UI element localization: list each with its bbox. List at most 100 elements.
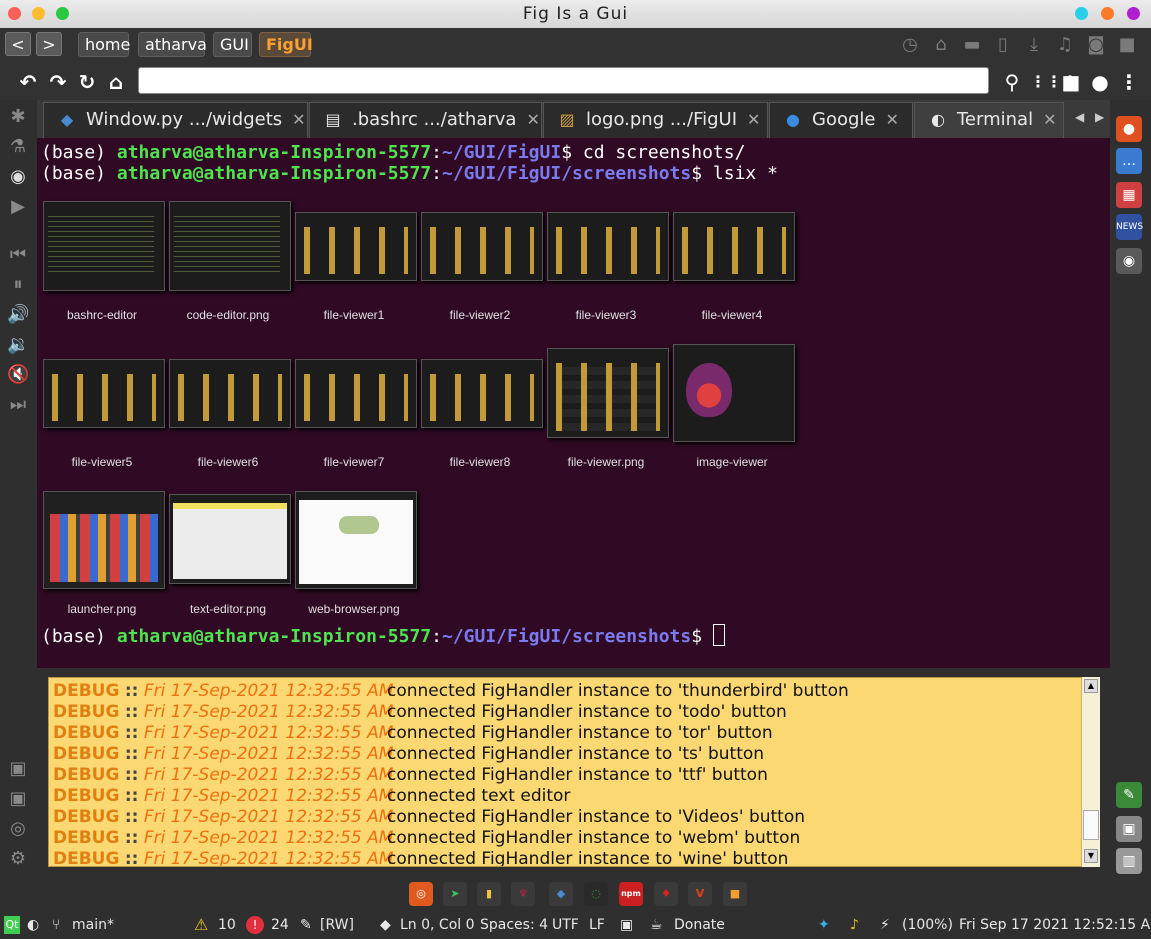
pause-icon[interactable]: ⏸ <box>7 274 29 296</box>
screenshot-thumbnail <box>169 359 291 428</box>
git-branch-label[interactable]: main* <box>72 916 114 934</box>
play-icon[interactable]: ▶ <box>7 196 29 218</box>
screenshot-thumbnail <box>421 212 543 281</box>
purple-window-button[interactable] <box>1127 7 1140 20</box>
tab-bashrc[interactable]: ▤ .bashrc .../atharva ✕ <box>309 102 542 138</box>
reload-icon[interactable]: ↻ <box>75 70 99 94</box>
package-icon[interactable]: ■ <box>723 882 747 906</box>
scroll-up-arrow-icon[interactable]: ▲ <box>1084 679 1098 693</box>
safe-icon[interactable]: ▣ <box>1116 816 1142 842</box>
breadcrumb-figui[interactable]: FigUI <box>259 32 313 57</box>
cyan-window-button[interactable] <box>1075 7 1088 20</box>
breadcrumb-atharva[interactable]: atharva <box>138 32 207 57</box>
music-icon[interactable]: ♫ <box>1054 34 1076 56</box>
theme-toggle-icon[interactable]: ◐ <box>27 916 39 934</box>
tab-scroll-left-icon[interactable]: ◀ <box>1075 110 1084 124</box>
clock-icon[interactable]: ◷ <box>899 34 921 56</box>
python-icon[interactable]: ◆ <box>549 882 573 906</box>
twitter-icon[interactable]: ✦ <box>818 916 830 934</box>
trash-icon[interactable]: ▥ <box>1116 848 1142 874</box>
terminal-view[interactable]: (base) atharva@atharva-Inspiron-5577:~/G… <box>37 138 1110 668</box>
file-icon: ▤ <box>325 110 341 129</box>
encoding-setting[interactable]: UTF <box>552 916 579 934</box>
send-icon[interactable]: ➤ <box>443 882 467 906</box>
close-tab-icon[interactable]: ✕ <box>747 110 760 129</box>
tab-google[interactable]: ● Google ✕ <box>769 102 913 138</box>
tab-window-py[interactable]: ◆ Window.py .../widgets ✕ <box>43 102 308 138</box>
spinner-icon[interactable]: ◌ <box>584 882 608 906</box>
account-icon[interactable]: ◎ <box>7 818 29 840</box>
folder-icon[interactable]: ▬ <box>961 34 983 56</box>
indentation-setting[interactable]: Spaces: 4 <box>480 916 548 934</box>
tools-icon[interactable]: ✎ <box>1116 782 1142 808</box>
read-write-mode[interactable]: [RW] <box>320 916 354 934</box>
breadcrumb-gui[interactable]: GUI <box>213 32 252 57</box>
breadcrumb-home[interactable]: home <box>78 32 130 57</box>
warning-count[interactable]: 10 <box>218 916 236 934</box>
orange-window-button[interactable] <box>1101 7 1114 20</box>
control-panel-icon[interactable]: ◉ <box>1116 248 1142 274</box>
video-icon[interactable]: ■ <box>1116 34 1138 56</box>
user-icon[interactable]: ● <box>1088 70 1112 94</box>
undo-icon[interactable]: ↶ <box>16 70 40 94</box>
debug-log-panel[interactable]: DEBUG :: Fri 17-Sep-2021 12:32:55 AM conn… <box>48 677 1100 867</box>
bug-icon[interactable]: ✱ <box>7 106 29 128</box>
news-icon[interactable]: NEWS <box>1116 214 1143 240</box>
github-icon[interactable]: ◉ <box>7 166 29 188</box>
warning-icon: ⚠ <box>194 915 209 934</box>
ubuntu-icon[interactable]: ◎ <box>409 882 433 906</box>
settings-gear-icon[interactable]: ⚙ <box>7 848 29 870</box>
coffee-icon: ☕ <box>650 917 663 933</box>
download-icon[interactable]: ⤓ <box>1023 34 1045 56</box>
camera-icon[interactable]: ◙ <box>1085 34 1107 56</box>
qt-icon[interactable]: Qt <box>4 916 20 934</box>
document-icon[interactable]: ▯ <box>992 34 1014 56</box>
cursor-position[interactable]: Ln 0, Col 0 <box>400 916 475 934</box>
chat-icon[interactable]: … <box>1116 148 1142 174</box>
close-tab-icon[interactable]: ✕ <box>1043 110 1056 129</box>
close-tab-icon[interactable]: ✕ <box>292 110 305 129</box>
redo-icon[interactable]: ↷ <box>46 70 70 94</box>
forward-button[interactable]: > <box>36 32 62 56</box>
right-launcher-bar: ● … ▦ NEWS ◉ ✎ ▣ ▥ <box>1110 100 1151 880</box>
close-tab-icon[interactable]: ✕ <box>885 110 898 129</box>
npm-icon[interactable]: npm <box>619 882 643 906</box>
screenshot-thumbnail <box>547 348 669 438</box>
log-scrollbar[interactable]: ▲ ▼ <box>1081 677 1100 867</box>
home-icon[interactable]: ⌂ <box>104 70 128 94</box>
wine-icon[interactable]: ♆ <box>511 882 535 906</box>
apps-grid-icon[interactable]: ⋮⋮⋮ <box>1030 70 1078 94</box>
search-icon[interactable]: ⚲ <box>1000 70 1024 94</box>
flask-icon[interactable]: ⚗ <box>7 136 29 158</box>
home-icon[interactable]: ⌂ <box>930 34 952 56</box>
firefox-icon[interactable]: ● <box>1116 116 1142 142</box>
calendar-icon[interactable]: ▦ <box>1116 182 1142 208</box>
tab-scroll-right-icon[interactable]: ▶ <box>1095 110 1104 124</box>
url-input[interactable] <box>138 67 989 94</box>
scroll-down-arrow-icon[interactable]: ▼ <box>1084 849 1098 863</box>
volume-up-icon[interactable]: 🔊 <box>7 304 29 326</box>
kebab-menu-icon[interactable]: ⋮ <box>1117 70 1141 94</box>
mute-icon[interactable]: 🔇 <box>7 364 29 386</box>
screenshot-icon[interactable]: ▣ <box>7 758 29 780</box>
previous-track-icon[interactable]: ⏮ <box>7 244 29 266</box>
square-icon[interactable]: ■ <box>1059 70 1083 94</box>
file-type-icon[interactable]: ▣ <box>620 916 633 934</box>
volume-down-icon[interactable]: 🔉 <box>7 334 29 356</box>
error-count[interactable]: 24 <box>271 916 289 934</box>
back-button[interactable]: < <box>5 32 31 56</box>
screenshot-thumbnail <box>295 491 417 589</box>
scrollbar-thumb[interactable] <box>1083 810 1099 840</box>
line-ending-setting[interactable]: LF <box>589 916 605 934</box>
next-track-icon[interactable]: ⏭ <box>7 394 29 416</box>
ruby-icon[interactable]: ♦ <box>654 882 678 906</box>
beer-icon[interactable]: ▮ <box>477 882 501 906</box>
notification-bell-icon[interactable]: ♪ <box>850 916 859 934</box>
screen-record-icon[interactable]: ▣ <box>7 788 29 810</box>
close-tab-icon[interactable]: ✕ <box>526 110 539 129</box>
thumbnail-label: file-viewer7 <box>323 455 385 469</box>
tab-terminal[interactable]: ◐ Terminal ✕ <box>914 102 1064 138</box>
tab-logo-png[interactable]: ▨ logo.png .../FigUI ✕ <box>543 102 768 138</box>
donate-link[interactable]: Donate <box>674 916 725 934</box>
vivaldi-icon[interactable]: V <box>688 882 712 906</box>
